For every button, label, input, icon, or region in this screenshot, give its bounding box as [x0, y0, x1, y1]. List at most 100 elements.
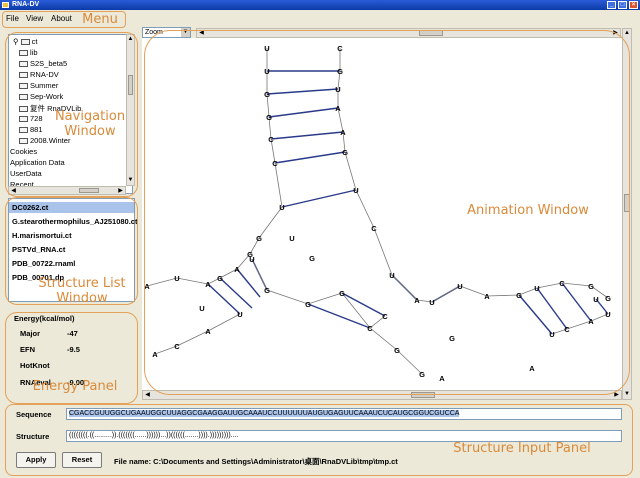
tree-item[interactable]: RNA-DV: [19, 70, 59, 79]
nucleotide-g: G: [337, 67, 343, 76]
annotation-navigation-text: Navigation Window: [54, 109, 126, 139]
menu-view[interactable]: View: [26, 14, 43, 23]
nucleotide-a: A: [439, 374, 445, 383]
nucleotide-u: U: [174, 274, 179, 283]
scroll-thumb[interactable]: [419, 30, 443, 36]
backbone-strand: [249, 48, 283, 255]
tree-item[interactable]: Summer: [19, 81, 58, 90]
annotation-animation-text: Animation Window: [467, 203, 589, 218]
nucleotide-c: C: [371, 224, 377, 233]
scroll-left-icon[interactable]: ◀: [9, 187, 18, 194]
close-button[interactable]: ×: [629, 1, 638, 9]
nucleotide-a: A: [340, 128, 346, 137]
tree-item[interactable]: S2S_beta5: [19, 59, 67, 68]
backbone-strand: [251, 258, 386, 329]
tree-item[interactable]: Sep-Work: [19, 92, 63, 101]
nucleotide-a: A: [152, 350, 158, 359]
list-item[interactable]: H.marismortui.ct: [12, 231, 72, 240]
tree-item[interactable]: Application Data: [10, 158, 65, 167]
base-pair-bond: [266, 88, 339, 95]
tree-item[interactable]: lib: [19, 48, 38, 57]
nucleotide-c: C: [272, 159, 278, 168]
nucleotide-u: U: [237, 310, 242, 319]
base-pair-bond: [281, 189, 357, 208]
nucleotide-a: A: [414, 296, 420, 305]
list-item[interactable]: DC0262.ct: [12, 203, 48, 212]
scroll-thumb[interactable]: [624, 194, 630, 212]
nucleotide-g: G: [588, 282, 594, 291]
nucleotide-c: C: [367, 324, 373, 333]
sequence-input[interactable]: CGACCGUUGGCUGAAUGGCUUAGGCGAAGGAUUGCAAAUC…: [66, 408, 622, 420]
nucleotide-u: U: [199, 304, 204, 313]
expand-icon[interactable]: ⚲: [13, 37, 19, 46]
base-pair-bond: [236, 268, 261, 298]
nucleotide-g: G: [264, 286, 270, 295]
nucleotide-g: G: [419, 370, 425, 379]
tree-item[interactable]: 881: [19, 125, 43, 134]
nucleotide-u: U: [429, 298, 434, 307]
animation-vscroll[interactable]: ▲ ▼: [622, 28, 632, 400]
scroll-down-icon[interactable]: ▼: [623, 390, 631, 399]
title-bar: RNA-DV _ □ ×: [0, 0, 640, 10]
folder-icon: [19, 61, 28, 67]
nucleotide-g: G: [309, 254, 315, 263]
scroll-right-icon[interactable]: ▶: [612, 391, 621, 399]
folder-icon: [19, 116, 28, 122]
animation-hscroll-bottom[interactable]: ◀ ▶: [142, 390, 622, 400]
annotation-energy-text: Energy Panel: [32, 379, 118, 394]
zoom-label: Zoom: [145, 29, 163, 36]
tree-hscroll[interactable]: ◀ ▶: [8, 186, 126, 195]
animation-hscroll-top[interactable]: ◀ ▶: [196, 28, 621, 38]
tree-item[interactable]: UserData: [10, 169, 42, 178]
nucleotide-g: G: [339, 289, 345, 298]
nucleotide-u: U: [605, 310, 610, 319]
scroll-right-icon[interactable]: ▶: [611, 29, 620, 37]
nucleotide-u: U: [389, 271, 394, 280]
minimize-button[interactable]: _: [607, 1, 616, 9]
annotation-input-text: Structure Input Panel: [453, 441, 591, 456]
structure-input-panel: Sequence CGACCGUUGGCUGAAUGGCUUAGGCGAAGGA…: [8, 404, 632, 476]
scroll-up-icon[interactable]: ▲: [127, 35, 134, 44]
sequence-text: CGACCGUUGGCUGAAUGGCUUAGGCGAAGGAUUGCAAAUC…: [69, 410, 460, 417]
nucleotide-a: A: [335, 104, 341, 113]
scroll-left-icon[interactable]: ◀: [143, 391, 152, 399]
folder-icon: [19, 94, 28, 100]
chevron-down-icon[interactable]: ▼: [181, 28, 190, 37]
energy-title: Energy(kcal/mol): [14, 314, 75, 323]
nucleotide-u: U: [353, 186, 358, 195]
scroll-down-icon[interactable]: ▼: [127, 176, 134, 185]
base-pair-bond: [207, 283, 241, 315]
zoom-select[interactable]: Zoom ▼: [142, 27, 191, 38]
folder-icon: [19, 138, 28, 144]
tree-item[interactable]: 728: [19, 114, 43, 123]
structure-text: ((((((((.((.........)).(((((((......))))…: [69, 432, 239, 439]
scroll-thumb[interactable]: [79, 188, 99, 193]
scroll-thumb[interactable]: [411, 392, 435, 398]
tree-item[interactable]: Cookies: [10, 147, 37, 156]
apply-button[interactable]: Apply: [16, 452, 56, 468]
folder-icon: [19, 72, 28, 78]
list-item[interactable]: G.stearothermophilus_AJ251080.ct: [12, 217, 137, 226]
menu-file[interactable]: File: [6, 14, 19, 23]
energy-value-major: -47: [67, 329, 78, 338]
nucleotide-a: A: [144, 282, 150, 291]
nucleotide-g: G: [217, 274, 223, 283]
maximize-button[interactable]: □: [618, 1, 627, 9]
reset-button[interactable]: Reset: [62, 452, 102, 468]
nucleotide-u: U: [549, 330, 554, 339]
scroll-thumb[interactable]: [128, 75, 133, 95]
nucleotide-g: G: [256, 234, 262, 243]
nucleotide-u: U: [534, 284, 539, 293]
list-item[interactable]: PSTVd_RNA.ct: [12, 245, 65, 254]
nucleotide-g: G: [264, 90, 270, 99]
nucleotide-c: C: [564, 325, 570, 334]
scroll-up-icon[interactable]: ▲: [623, 29, 631, 38]
scroll-right-icon[interactable]: ▶: [116, 187, 125, 194]
base-pair-bond: [561, 282, 592, 322]
tree-root[interactable]: ⚲ ct: [13, 37, 37, 46]
menu-about[interactable]: About: [51, 14, 72, 23]
list-item[interactable]: PDB_00722.rnaml: [12, 259, 75, 268]
scroll-left-icon[interactable]: ◀: [197, 29, 206, 37]
base-pair-bond: [274, 151, 346, 164]
nucleotide-u: U: [279, 203, 284, 212]
